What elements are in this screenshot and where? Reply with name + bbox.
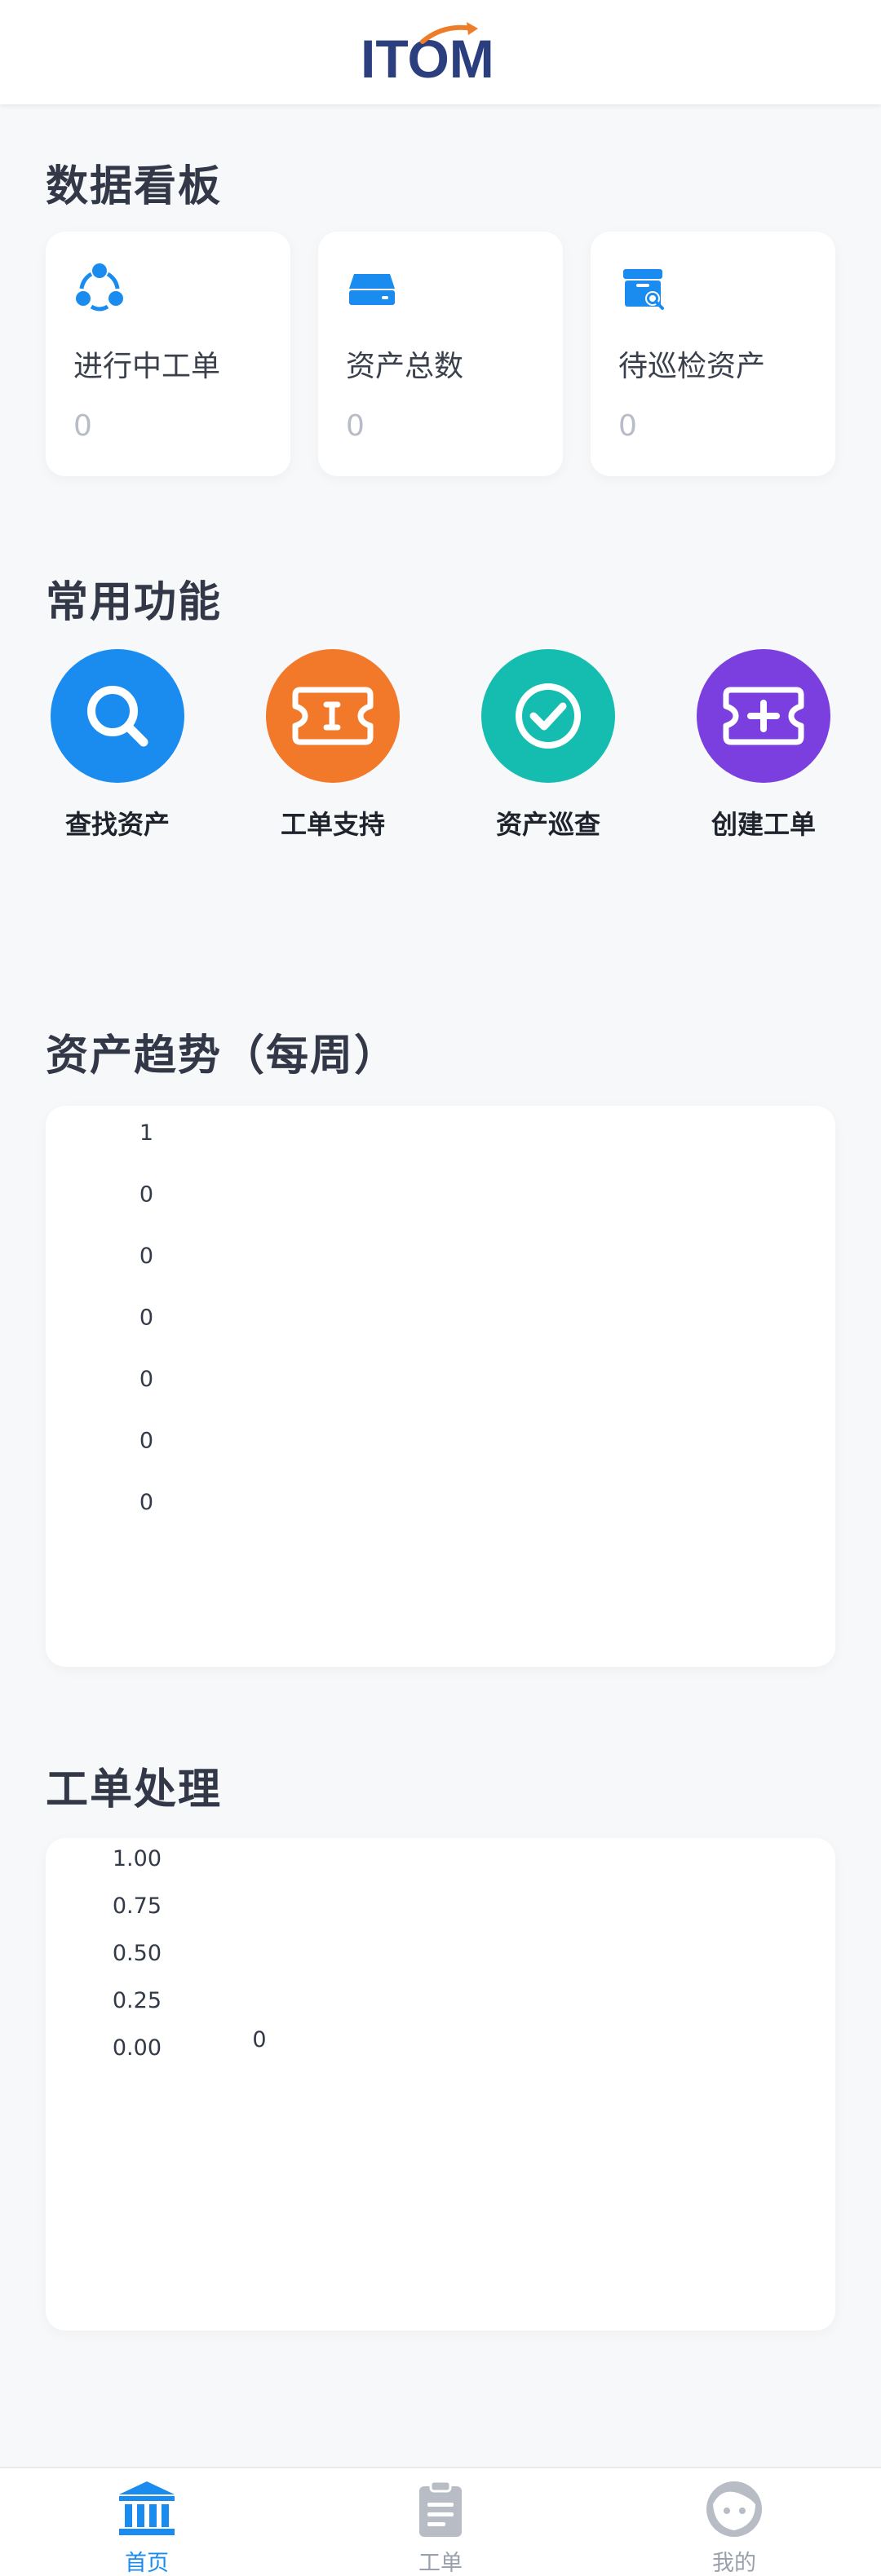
stat-card-pending-inspection[interactable]: 待巡检资产 0	[591, 232, 835, 476]
nav-profile[interactable]: 我的	[636, 2468, 832, 2576]
ticket-icon	[292, 687, 374, 745]
ticket-support-button[interactable]: 工单支持	[243, 649, 423, 845]
y-tick-label: 1	[139, 1120, 153, 1146]
y-tick-label: 0	[139, 1182, 153, 1208]
ticket-add-icon	[723, 687, 804, 745]
nav-tickets[interactable]: 工单	[343, 2468, 538, 2576]
y-tick-label: 0	[139, 1306, 153, 1331]
stat-value: 0	[346, 409, 365, 443]
y-tick-label: 0	[139, 1367, 153, 1392]
y-tick-label: 0	[139, 1429, 153, 1454]
ticket-support-circle	[266, 649, 400, 783]
data-label: 0	[252, 2027, 266, 2052]
nav-label: 我的	[712, 2551, 756, 2576]
function-label: 资产巡查	[495, 809, 600, 840]
stat-card-total-assets[interactable]: 资产总数 0	[318, 232, 563, 476]
asset-inspection-circle	[481, 649, 615, 783]
stat-card-in-progress[interactable]: 进行中工单 0	[46, 232, 290, 476]
function-label: 创建工单	[711, 809, 816, 840]
nav-label: 工单	[418, 2551, 463, 2576]
asset-trend-chart: 1 0 0 0 0 0 0	[139, 1120, 153, 1515]
y-tick-label: 1.00	[113, 1846, 162, 1871]
y-tick-label: 0	[139, 1490, 153, 1515]
share-icon	[76, 263, 123, 312]
y-tick-label: 0.25	[113, 1988, 162, 2013]
stat-label: 待巡检资产	[618, 350, 766, 383]
create-ticket-circle	[697, 649, 830, 783]
asset-trend-title: 资产趋势（每周）	[46, 1032, 399, 1080]
stat-value: 0	[73, 409, 92, 443]
asset-trend-chart-card: 1 0 0 0 0 0 0	[46, 1106, 835, 1667]
app-header: ITOM	[0, 0, 881, 104]
ticket-processing-chart: 1.00 0.75 0.50 0.25 0.00 0	[113, 1846, 267, 2061]
bottom-nav: 首页 工单 我的	[0, 2467, 881, 2576]
clipboard-icon	[419, 2480, 462, 2537]
create-ticket-button[interactable]: 创建工单	[674, 649, 853, 845]
server-icon	[349, 274, 395, 305]
y-tick-label: 0.50	[113, 1941, 162, 1966]
stat-value: 0	[618, 409, 637, 443]
functions-title: 常用功能	[46, 578, 223, 627]
itom-logo: ITOM	[359, 15, 522, 89]
bank-icon	[119, 2481, 175, 2535]
stat-label: 进行中工单	[73, 350, 221, 383]
y-tick-label: 0.75	[113, 1893, 162, 1919]
logo-mark: ITOM	[361, 22, 494, 89]
nav-home[interactable]: 首页	[49, 2468, 245, 2576]
y-tick-label: 0	[139, 1244, 153, 1269]
y-tick-label: 0.00	[113, 2035, 162, 2061]
stat-label: 资产总数	[346, 350, 464, 383]
search-icon	[87, 686, 148, 747]
find-asset-circle	[51, 649, 184, 783]
find-asset-button[interactable]: 查找资产	[28, 649, 207, 845]
nav-label: 首页	[125, 2551, 169, 2576]
dashboard-title: 数据看板	[46, 162, 223, 211]
face-icon	[706, 2481, 762, 2537]
ticket-processing-title: 工单处理	[46, 1765, 223, 1814]
asset-inspection-button[interactable]: 资产巡查	[458, 649, 638, 845]
function-label: 查找资产	[64, 809, 170, 840]
ticket-processing-chart-card: 1.00 0.75 0.50 0.25 0.00 0	[46, 1838, 835, 2331]
check-circle-icon	[516, 683, 581, 749]
inspect-box-icon	[623, 269, 664, 310]
function-label: 工单支持	[280, 809, 385, 840]
